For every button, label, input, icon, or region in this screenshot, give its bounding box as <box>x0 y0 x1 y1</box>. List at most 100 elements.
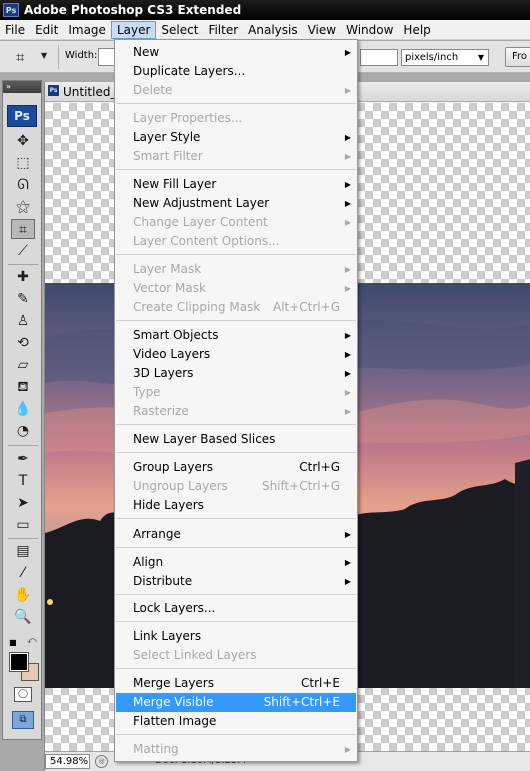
path-selection-tool-icon[interactable]: ➤ <box>11 493 35 513</box>
blur-tool-icon[interactable]: 💧 <box>11 399 35 419</box>
healing-brush-tool-icon[interactable]: ✚ <box>11 267 35 287</box>
submenu-arrow-icon: ▶ <box>344 350 351 359</box>
menu-view[interactable]: View <box>303 21 341 39</box>
zoom-tool-icon[interactable]: 🔍 <box>11 607 35 627</box>
menu-item-new-adjustment-layer[interactable]: New Adjustment Layer ▶ <box>116 194 356 213</box>
menu-separator <box>116 169 356 170</box>
menu-filter[interactable]: Filter <box>203 21 243 39</box>
move-tool-icon[interactable]: ✥ <box>11 131 35 151</box>
menu-item-lock-layers[interactable]: Lock Layers... <box>116 599 356 618</box>
width-label: Width: <box>65 50 98 61</box>
menu-item-create-clipping-mask[interactable]: Create Clipping Mask Alt+Ctrl+G <box>116 298 356 317</box>
resolution-units-select[interactable]: pixels/inch ▼ <box>401 49 489 66</box>
menu-item-smart-objects[interactable]: Smart Objects ▶ <box>116 326 356 345</box>
menu-item-new[interactable]: New ▶ <box>116 43 356 62</box>
zoom-level[interactable]: 54.98% <box>45 754 90 769</box>
menu-item-merge-layers[interactable]: Merge Layers Ctrl+E <box>116 674 356 693</box>
menu-separator <box>116 734 356 735</box>
menu-item-group-layers[interactable]: Group Layers Ctrl+G <box>116 458 356 477</box>
submenu-arrow-icon: ▶ <box>344 331 351 340</box>
quick-mask-icon[interactable]: ◯ <box>14 687 32 702</box>
menu-separator <box>116 103 356 104</box>
marquee-tool-icon[interactable]: ⬚ <box>11 153 35 173</box>
menu-separator <box>116 668 356 669</box>
paint-bucket-tool-icon[interactable]: ⛾ <box>11 377 35 397</box>
default-colors-icon[interactable]: ■ <box>9 638 18 647</box>
menu-item-distribute[interactable]: Distribute ▶ <box>116 572 356 591</box>
hand-tool-icon[interactable]: ✋ <box>11 585 35 605</box>
menu-item-change-layer-content[interactable]: Change Layer Content ▶ <box>116 213 356 232</box>
menu-layer[interactable]: Layer <box>110 20 157 39</box>
menu-item-align[interactable]: Align ▶ <box>116 553 356 572</box>
menu-item-layer-content-options[interactable]: Layer Content Options... <box>116 232 356 251</box>
submenu-arrow-icon: ▶ <box>344 558 351 567</box>
screen-mode-icon[interactable]: ⧉ <box>12 711 34 729</box>
units-value: pixels/inch <box>405 52 459 63</box>
menu-window[interactable]: Window <box>341 21 398 39</box>
menu-item-link-layers[interactable]: Link Layers <box>116 627 356 646</box>
menu-file[interactable]: File <box>0 21 30 39</box>
eraser-tool-icon[interactable]: ▱ <box>11 355 35 375</box>
menu-item-select-linked-layers[interactable]: Select Linked Layers <box>116 646 356 665</box>
menu-item-type[interactable]: Type ▶ <box>116 383 356 402</box>
toolbox: » Ps ✥ ⬚ ᘏ ⚝ ⌗ ⟋ ✚ ✎ ♙ ⟲ ▱ ⛾ 💧 ◔ ✒ T ➤ ▭… <box>2 80 42 740</box>
dodge-tool-icon[interactable]: ◔ <box>11 421 35 441</box>
menu-item-arrange[interactable]: Arrange ▶ <box>116 525 356 544</box>
foreground-color-swatch[interactable] <box>9 652 29 672</box>
history-brush-tool-icon[interactable]: ⟲ <box>11 333 35 353</box>
menu-item-3d-layers[interactable]: 3D Layers ▶ <box>116 364 356 383</box>
toolbox-header[interactable]: » <box>3 81 41 93</box>
menu-analysis[interactable]: Analysis <box>243 21 302 39</box>
menu-item-delete[interactable]: Delete ▶ <box>116 81 356 100</box>
notes-tool-icon[interactable]: ▤ <box>11 541 35 561</box>
menu-separator <box>116 452 356 453</box>
submenu-arrow-icon: ▶ <box>344 369 351 378</box>
menu-item-new-fill-layer[interactable]: New Fill Layer ▶ <box>116 175 356 194</box>
layer-menu-dropdown: New ▶ Duplicate Layers... Delete ▶ Layer P… <box>114 39 358 762</box>
rectangle-tool-icon[interactable]: ▭ <box>11 515 35 535</box>
lasso-tool-icon[interactable]: ᘏ <box>11 175 35 195</box>
menu-item-duplicate-layers[interactable]: Duplicate Layers... <box>116 62 356 81</box>
window-title: Adobe Photoshop CS3 Extended <box>24 3 242 17</box>
menu-item-rasterize[interactable]: Rasterize ▶ <box>116 402 356 421</box>
swap-colors-icon[interactable]: ⤺ <box>27 636 37 646</box>
menu-select[interactable]: Select <box>156 21 203 39</box>
document-info-icon[interactable]: ◎ <box>95 755 108 768</box>
menu-item-ungroup-layers[interactable]: Ungroup Layers Shift+Ctrl+G <box>116 477 356 496</box>
menu-item-vector-mask[interactable]: Vector Mask ▶ <box>116 279 356 298</box>
menu-item-flatten-image[interactable]: Flatten Image <box>116 712 356 731</box>
menu-help[interactable]: Help <box>398 21 435 39</box>
type-tool-icon[interactable]: T <box>11 471 35 491</box>
submenu-arrow-icon: ▶ <box>344 745 351 754</box>
crop-tool-icon[interactable]: ⌗ <box>11 219 35 239</box>
menu-separator <box>116 547 356 548</box>
toolbox-divider <box>8 445 38 446</box>
ps-logo[interactable]: Ps <box>7 105 37 127</box>
menu-item-smart-filter[interactable]: Smart Filter ▶ <box>116 147 356 166</box>
menu-item-layer-mask[interactable]: Layer Mask ▶ <box>116 260 356 279</box>
menu-item-layer-style[interactable]: Layer Style ▶ <box>116 128 356 147</box>
menu-item-new-layer-based-slices[interactable]: New Layer Based Slices <box>116 430 356 449</box>
chevron-down-icon[interactable]: ▼ <box>41 51 47 60</box>
front-image-button[interactable]: Fro <box>505 47 530 67</box>
document-icon: Ps <box>48 85 59 96</box>
brush-tool-icon[interactable]: ✎ <box>11 289 35 309</box>
menu-item-video-layers[interactable]: Video Layers ▶ <box>116 345 356 364</box>
magic-wand-tool-icon[interactable]: ⚝ <box>11 197 35 217</box>
clone-stamp-tool-icon[interactable]: ♙ <box>11 311 35 331</box>
submenu-arrow-icon: ▶ <box>344 284 351 293</box>
menu-image[interactable]: Image <box>63 21 111 39</box>
menu-item-layer-properties[interactable]: Layer Properties... <box>116 109 356 128</box>
menu-edit[interactable]: Edit <box>30 21 63 39</box>
eyedropper-tool-icon[interactable]: ⁄ <box>11 563 35 583</box>
slice-tool-icon[interactable]: ⟋ <box>11 241 35 261</box>
menu-item-merge-visible[interactable]: Merge Visible Shift+Ctrl+E <box>116 693 356 712</box>
menu-item-matting[interactable]: Matting ▶ <box>116 740 356 759</box>
crop-tool-icon[interactable]: ⌗ <box>16 48 24 66</box>
menu-bar: File Edit Image Layer Select Filter Anal… <box>0 20 530 40</box>
resolution-field[interactable] <box>360 49 398 66</box>
pen-tool-icon[interactable]: ✒ <box>11 449 35 469</box>
toolbox-divider <box>8 538 38 539</box>
menu-item-hide-layers[interactable]: Hide Layers <box>116 496 356 515</box>
submenu-arrow-icon: ▶ <box>344 388 351 397</box>
